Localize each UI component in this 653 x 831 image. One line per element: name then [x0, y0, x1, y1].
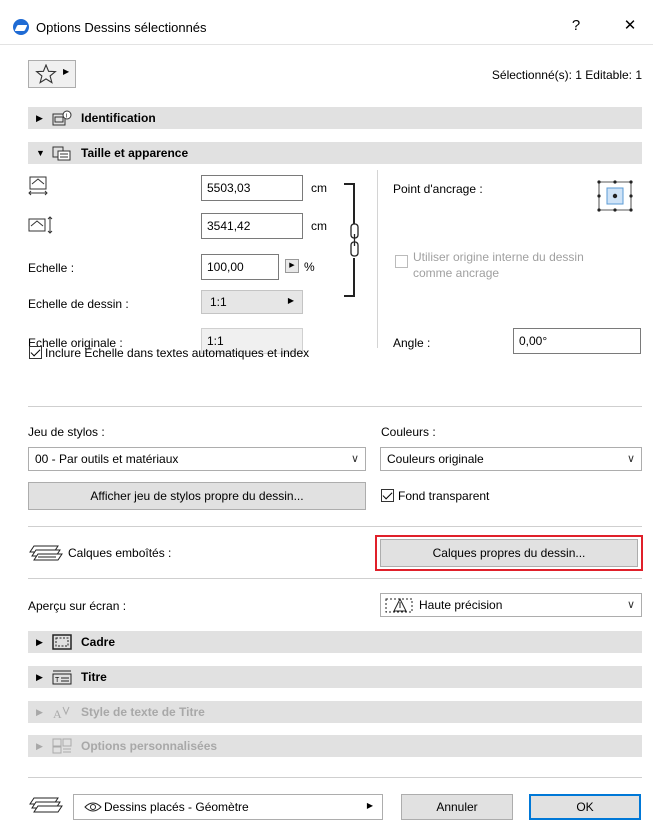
title-icon: T	[52, 670, 72, 685]
ok-button[interactable]: OK	[529, 794, 641, 820]
section-custom-options[interactable]: ▶ Options personnalisées	[28, 735, 642, 757]
anchor-point-selector[interactable]	[593, 176, 637, 216]
transparent-background-label: Fond transparent	[398, 489, 490, 503]
expand-arrow-icon: ▶	[36, 741, 43, 751]
transparent-background-checkbox[interactable]	[381, 489, 394, 502]
height-input[interactable]: 3541,42	[201, 213, 303, 239]
angle-label: Angle :	[393, 336, 431, 350]
section-frame-label: Cadre	[81, 635, 116, 649]
popup-arrow-icon: ▶	[287, 296, 294, 305]
svg-text:T: T	[55, 677, 60, 684]
width-icon	[28, 176, 48, 196]
eye-icon	[84, 802, 102, 812]
use-origin-label-1: Utiliser origine interne du dessin	[413, 250, 584, 264]
section-frame[interactable]: ▶ Cadre	[28, 631, 642, 653]
chevron-down-icon: ∨	[626, 599, 635, 611]
divider	[28, 406, 642, 407]
preview-quality-icon	[385, 597, 413, 613]
popup-arrow-icon: ▶	[366, 801, 373, 810]
window-title: Options Dessins sélectionnés	[36, 20, 207, 35]
divider	[28, 526, 642, 527]
preview-label: Aperçu sur écran :	[28, 599, 127, 613]
favorites-button[interactable]: ▶	[28, 60, 76, 88]
archicad-logo-icon	[13, 19, 29, 35]
size-appearance-icon	[52, 146, 71, 161]
use-origin-checkbox[interactable]	[395, 255, 408, 268]
dropdown-arrow-icon: ▶	[63, 67, 70, 76]
angle-input[interactable]: 0,00°	[513, 328, 641, 354]
layer-combination-value: Dessins placés - Géomètre	[104, 800, 249, 814]
drawing-scale-value: 1:1	[210, 295, 227, 309]
include-scale-checkbox[interactable]	[29, 346, 42, 359]
scale-label: Echelle :	[28, 261, 75, 275]
text-style-icon: A	[53, 706, 70, 720]
help-button[interactable]: ?	[562, 14, 590, 38]
scale-unit: %	[304, 260, 315, 274]
layer-combination-popup[interactable]: Dessins placés - Géomètre ▶	[73, 794, 383, 820]
preview-value: Haute précision	[419, 598, 503, 612]
expand-arrow-icon: ▶	[36, 113, 43, 123]
column-divider	[377, 170, 378, 348]
expand-arrow-icon: ▶	[36, 672, 43, 682]
penset-label: Jeu de stylos :	[28, 425, 105, 439]
drawing-scale-label: Echelle de dessin :	[28, 297, 129, 311]
layer-combination-icon	[29, 797, 63, 813]
scale-popup-button[interactable]: ▶	[285, 259, 299, 273]
identification-icon: i	[52, 110, 72, 126]
frame-icon	[52, 634, 72, 650]
proportion-link-icon[interactable]	[340, 180, 366, 300]
section-custom-options-label: Options personnalisées	[81, 739, 218, 753]
svg-text:i: i	[66, 114, 67, 120]
use-origin-label-2: comme ancrage	[413, 266, 500, 280]
section-identification-label: Identification	[81, 111, 156, 125]
colors-value: Couleurs originale	[387, 452, 484, 466]
colors-label: Couleurs :	[381, 425, 436, 439]
collapse-arrow-icon: ▼	[36, 148, 45, 158]
divider	[28, 578, 642, 579]
nested-layers-label: Calques emboîtés :	[68, 546, 172, 560]
section-title-style[interactable]: ▶ A Style de texte de Titre	[28, 701, 642, 723]
cancel-button[interactable]: Annuler	[401, 794, 513, 820]
custom-options-icon	[52, 738, 72, 754]
height-unit: cm	[311, 219, 327, 233]
penset-value: 00 - Par outils et matériaux	[35, 452, 179, 466]
expand-arrow-icon: ▶	[36, 637, 43, 647]
width-unit: cm	[311, 181, 327, 195]
title-bar: Options Dessins sélectionnés ? ✕	[0, 0, 653, 45]
scale-input[interactable]: 100,00	[201, 254, 279, 280]
section-identification[interactable]: ▶ i Identification	[28, 107, 642, 129]
chevron-down-icon: ∨	[350, 453, 359, 465]
drawing-scale-popup[interactable]: 1:1 ▶	[201, 290, 303, 314]
expand-arrow-icon: ▶	[36, 707, 43, 717]
section-title-label: Titre	[81, 670, 107, 684]
anchor-point-label: Point d'ancrage :	[393, 182, 483, 196]
section-title[interactable]: ▶ T Titre	[28, 666, 642, 688]
preview-dropdown[interactable]: Haute précision ∨	[380, 593, 642, 617]
section-size-label: Taille et apparence	[81, 146, 189, 160]
section-title-style-label: Style de texte de Titre	[81, 705, 205, 719]
colors-dropdown[interactable]: Couleurs originale ∨	[380, 447, 642, 471]
own-layers-button[interactable]: Calques propres du dessin...	[380, 539, 638, 567]
include-scale-label: Inclure Echelle dans textes automatiques…	[45, 346, 310, 360]
svg-text:A: A	[53, 707, 62, 720]
width-input[interactable]: 5503,03	[201, 175, 303, 201]
play-arrow-icon: ▶	[289, 262, 295, 269]
layers-icon	[29, 545, 63, 561]
chevron-down-icon: ∨	[626, 453, 635, 465]
star-icon	[35, 64, 57, 84]
section-size[interactable]: ▼ Taille et apparence	[28, 142, 642, 164]
show-penset-button[interactable]: Afficher jeu de stylos propre du dessin.…	[28, 482, 366, 510]
height-icon	[28, 216, 53, 234]
close-button[interactable]: ✕	[616, 14, 644, 38]
divider	[28, 777, 642, 778]
penset-dropdown[interactable]: 00 - Par outils et matériaux ∨	[28, 447, 366, 471]
selection-status: Sélectionné(s): 1 Editable: 1	[491, 68, 642, 82]
